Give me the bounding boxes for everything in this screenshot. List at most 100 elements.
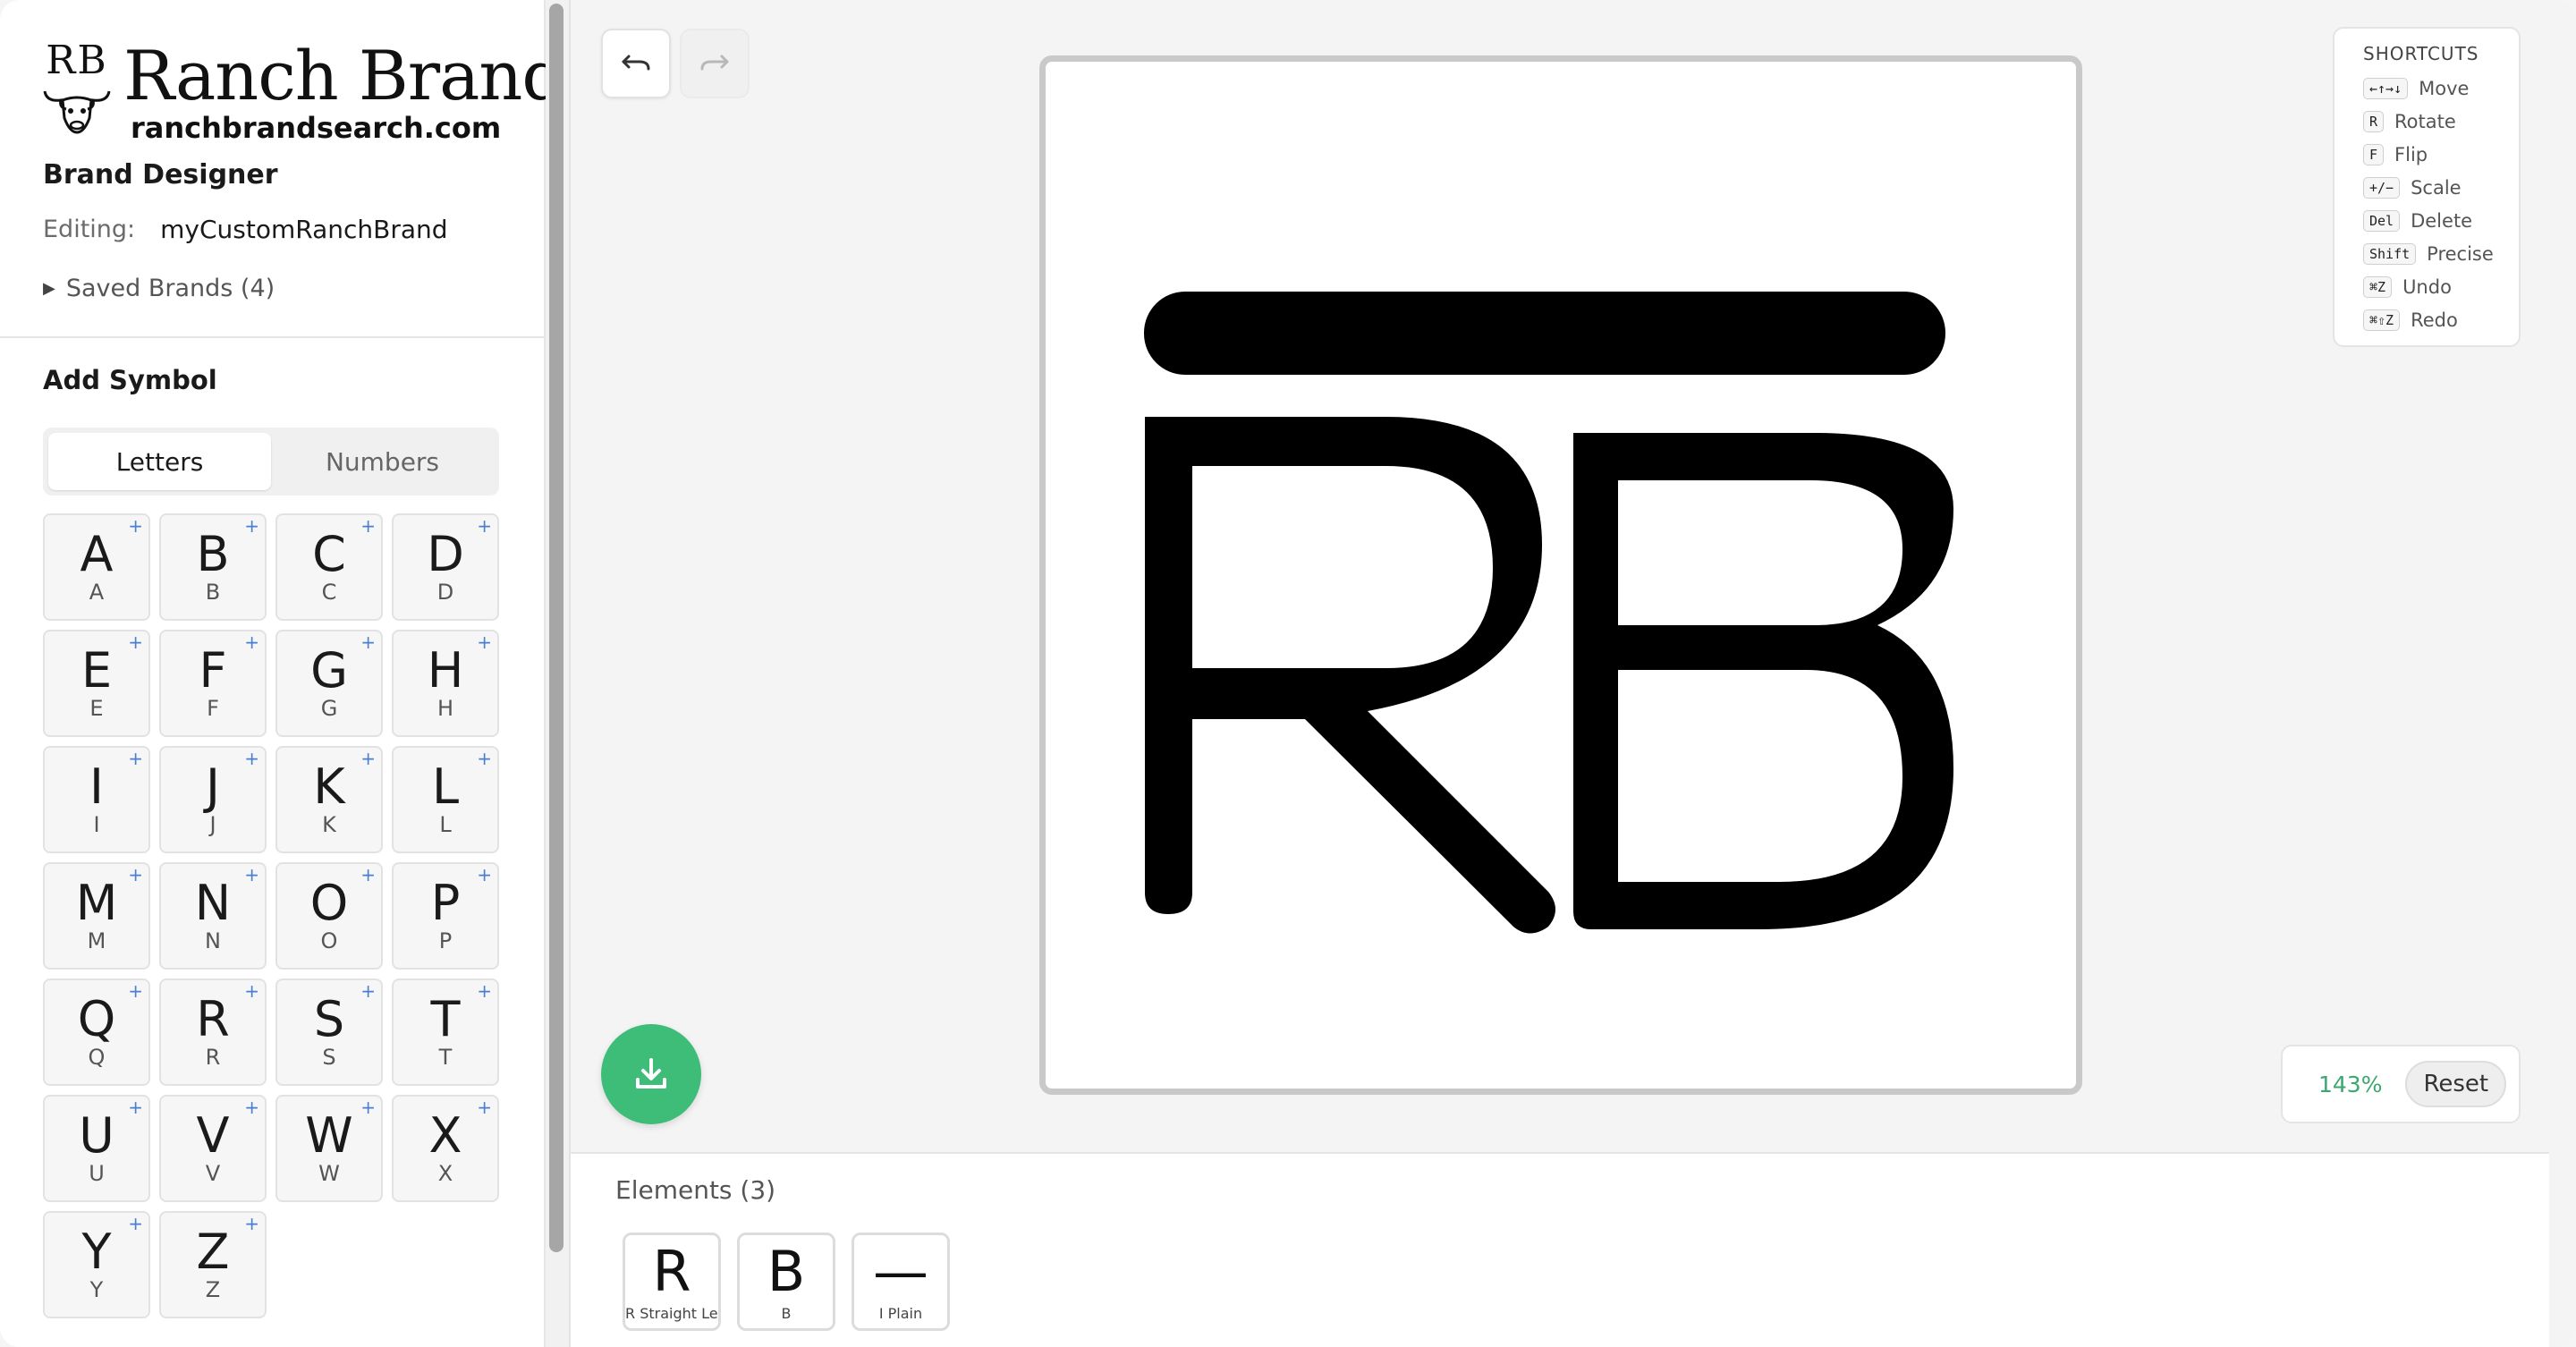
editing-row: Editing: myCustomRanchBrand — [43, 211, 448, 247]
logo-mark: RB — [41, 38, 113, 134]
letter-tile-b[interactable]: B B + — [159, 513, 267, 621]
plus-icon: + — [477, 748, 492, 769]
element-tile[interactable]: — I Plain — [852, 1233, 950, 1331]
letter-tile-c[interactable]: C C + — [275, 513, 383, 621]
letter-tile-w[interactable]: W W + — [275, 1095, 383, 1202]
plus-icon: + — [244, 980, 259, 1002]
saved-brands-label: Saved Brands (4) — [65, 274, 275, 302]
letter-caption: F — [207, 696, 219, 721]
letter-tile-r[interactable]: R R + — [159, 978, 267, 1086]
plus-icon: + — [360, 515, 376, 537]
letter-grid: A A + B B + C C + D D + E E + F F + G G + H H + I I + J J + K K + L L + M M + N… — [43, 513, 503, 1318]
plus-icon: + — [477, 515, 492, 537]
plus-icon: + — [128, 515, 143, 537]
sidebar-scrollbar[interactable] — [549, 4, 564, 1252]
letter-tile-m[interactable]: M M + — [43, 862, 150, 970]
plus-icon: + — [244, 748, 259, 769]
letter-tile-o[interactable]: O O + — [275, 862, 383, 970]
shortcut-label: Delete — [2411, 209, 2473, 232]
letter-tile-k[interactable]: K K + — [275, 746, 383, 853]
shortcut-row: F Flip — [2363, 138, 2519, 171]
redo-button[interactable] — [680, 29, 750, 98]
letter-caption: G — [320, 696, 338, 721]
page-title: Brand Designer — [43, 159, 278, 191]
plus-icon: + — [360, 631, 376, 653]
plus-icon: + — [128, 980, 143, 1002]
letter-tile-h[interactable]: H H + — [392, 630, 499, 737]
undo-button[interactable] — [601, 29, 671, 98]
letter-tile-q[interactable]: Q Q + — [43, 978, 150, 1086]
logo[interactable]: RB Ranch Brand ranchbrandsearch.com — [41, 36, 565, 145]
letter-caption: R — [205, 1045, 221, 1070]
letter-tile-v[interactable]: V V + — [159, 1095, 267, 1202]
shortcut-key: Del — [2363, 209, 2401, 232]
element-r[interactable] — [1145, 417, 1555, 934]
plus-icon: + — [477, 1097, 492, 1118]
symbol-type-tabs: Letters Numbers — [43, 428, 499, 496]
element-glyph: B — [767, 1239, 806, 1304]
letter-tile-g[interactable]: G G + — [275, 630, 383, 737]
saved-brands-toggle[interactable]: ▶ Saved Brands (4) — [43, 270, 275, 306]
shortcuts-panel: SHORTCUTS ←↑→↓ Move R Rotate F Flip +/− Scale De… — [2333, 27, 2521, 347]
letter-caption: U — [89, 1161, 105, 1186]
letter-tile-u[interactable]: U U + — [43, 1095, 150, 1202]
shortcut-key: F — [2363, 143, 2385, 165]
plus-icon: + — [244, 515, 259, 537]
plus-icon: + — [244, 631, 259, 653]
letter-tile-y[interactable]: Y Y + — [43, 1211, 150, 1318]
triangle-right-icon: ▶ — [43, 278, 55, 298]
shortcut-label: Move — [2419, 77, 2470, 99]
download-button[interactable] — [601, 1024, 701, 1124]
letter-tile-n[interactable]: N N + — [159, 862, 267, 970]
shortcut-label: Scale — [2411, 176, 2462, 199]
plus-icon: + — [128, 1213, 143, 1234]
shortcut-key: ⌘Z — [2363, 275, 2393, 298]
undo-icon — [622, 55, 650, 71]
plus-icon: + — [477, 864, 492, 885]
letter-tile-a[interactable]: A A + — [43, 513, 150, 621]
shortcut-key: +/− — [2363, 176, 2401, 199]
letter-caption: B — [205, 580, 221, 605]
plus-icon: + — [477, 980, 492, 1002]
zoom-reset-button[interactable]: Reset — [2405, 1061, 2507, 1107]
brand-name-field[interactable]: myCustomRanchBrand — [160, 215, 447, 244]
zoom-control: 143% Reset — [2281, 1045, 2521, 1123]
letter-tile-f[interactable]: F F + — [159, 630, 267, 737]
element-glyph: — — [873, 1239, 928, 1304]
letter-tile-j[interactable]: J J + — [159, 746, 267, 853]
letter-caption: W — [318, 1161, 340, 1186]
letter-caption: S — [322, 1045, 336, 1070]
element-bar[interactable] — [1144, 292, 1945, 375]
design-canvas[interactable] — [1039, 55, 2082, 1095]
letter-tile-s[interactable]: S S + — [275, 978, 383, 1086]
letter-tile-p[interactable]: P P + — [392, 862, 499, 970]
letter-caption: Y — [89, 1277, 104, 1302]
letter-tile-d[interactable]: D D + — [392, 513, 499, 621]
plus-icon: + — [360, 748, 376, 769]
letter-caption: Z — [205, 1277, 221, 1302]
letter-tile-i[interactable]: I I + — [43, 746, 150, 853]
letter-tile-z[interactable]: Z Z + — [159, 1211, 267, 1318]
shortcut-row: ⌘⇧Z Redo — [2363, 303, 2519, 336]
letter-tile-t[interactable]: T T + — [392, 978, 499, 1086]
shortcuts-title: SHORTCUTS — [2363, 43, 2479, 64]
logo-title: Ranch Brand — [123, 36, 565, 115]
tab-numbers[interactable]: Numbers — [271, 433, 494, 490]
element-b[interactable] — [1573, 433, 1953, 929]
letter-tile-l[interactable]: L L + — [392, 746, 499, 853]
tab-letters[interactable]: Letters — [48, 433, 271, 490]
element-tile[interactable]: BB — [737, 1233, 835, 1331]
shortcut-key: R — [2363, 110, 2385, 132]
plus-icon: + — [360, 980, 376, 1002]
letter-caption: D — [436, 580, 454, 605]
brand-artwork — [1144, 292, 1953, 934]
letter-tile-x[interactable]: X X + — [392, 1095, 499, 1202]
letter-tile-e[interactable]: E E + — [43, 630, 150, 737]
shortcut-row: Shift Precise — [2363, 237, 2519, 270]
element-tile[interactable]: RR Straight Leg — [623, 1233, 721, 1331]
shortcut-key: ⌘⇧Z — [2363, 309, 2401, 331]
plus-icon: + — [360, 864, 376, 885]
app-window: RB Ranch Brand ranchbrandsearch.com Bran… — [0, 0, 2576, 1347]
bull-head-icon — [43, 90, 111, 134]
shortcut-label: Rotate — [2394, 110, 2456, 132]
